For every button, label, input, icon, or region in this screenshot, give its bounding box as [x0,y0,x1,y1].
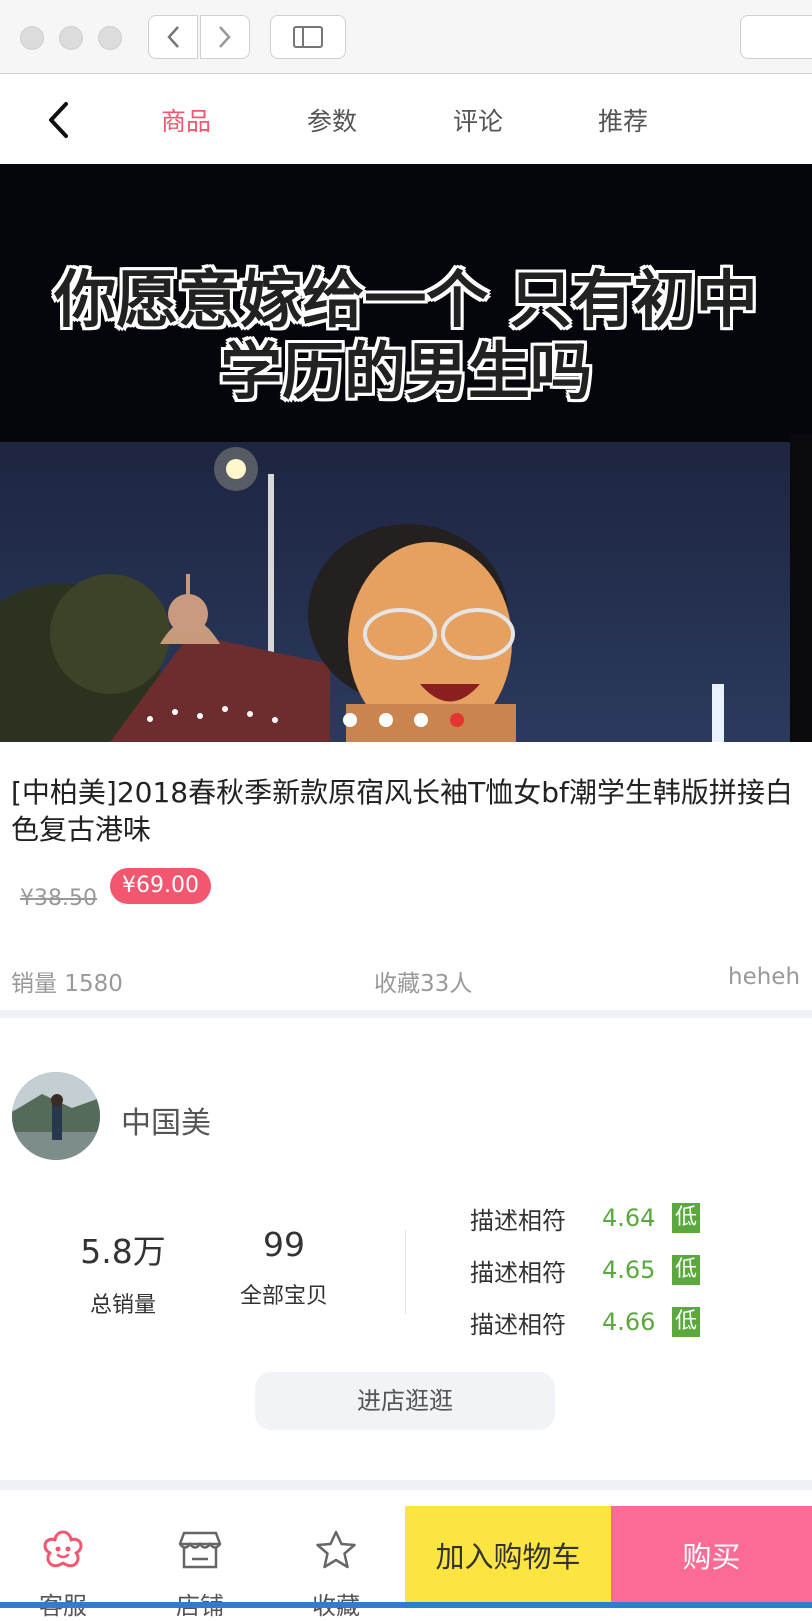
buy-now-button[interactable]: 购买 [611,1506,812,1608]
add-to-cart-button[interactable]: 加入购物车 [405,1506,611,1608]
shop-avatar[interactable] [12,1072,100,1160]
rating-row: 描述相符 4.65 低 [470,1253,700,1287]
close-window-icon[interactable] [20,26,44,50]
sidebar-toggle-button[interactable] [270,15,346,59]
rating-level-badge: 低 [672,1255,700,1285]
all-items-value: 99 [263,1225,305,1264]
enter-shop-button[interactable]: 进店逛逛 [255,1372,555,1430]
tab-reviews[interactable]: 评论 [438,102,518,138]
section-divider [0,1010,812,1018]
shop-name[interactable]: 中国美 [121,1098,211,1142]
back-button[interactable] [38,100,78,140]
window-bottom-edge [0,1602,812,1608]
section-divider [0,1480,812,1490]
product-tab-bar: 商品 参数 评论 推荐 [0,74,812,164]
browser-back-button[interactable] [148,15,198,59]
rating-row: 描述相符 4.64 低 [470,1201,700,1235]
service-flower-icon [43,1530,83,1568]
carousel-indicator [0,713,812,727]
original-price: ¥38.50 [20,886,97,911]
sales-count: 销量 1580 [11,971,123,997]
tab-params[interactable]: 参数 [292,102,372,138]
rating-label: 描述相符 [470,1258,566,1287]
back-arrow-icon [49,102,68,138]
rating-label: 描述相符 [470,1310,566,1339]
browser-toolbar [0,0,812,74]
carousel-dot-3[interactable] [414,713,428,727]
carousel-dot-4-active[interactable] [450,713,464,727]
chevron-left-icon [167,26,179,48]
product-photo [0,164,812,742]
star-icon [316,1530,356,1569]
all-items-stat[interactable]: 99 全部宝贝 [209,1225,359,1310]
hero-caption: 你愿意嫁给一个 只有初中 学历的男生吗 [0,264,812,408]
tab-recommend[interactable]: 推荐 [583,102,663,138]
tab-goods[interactable]: 商品 [146,102,226,138]
rating-label: 描述相符 [470,1206,566,1235]
product-image-carousel[interactable]: 你愿意嫁给一个 只有初中 学历的男生吗 [0,164,812,742]
rating-row: 描述相符 4.66 低 [470,1305,700,1339]
total-sales-value: 5.8万 [80,1232,166,1271]
favorite-count: 收藏33人 [374,971,473,997]
current-price-badge: ¥69.00 [110,868,211,904]
rating-value: 4.65 [602,1256,656,1284]
hero-caption-line1: 你愿意嫁给一个 只有初中 [54,263,758,336]
maximize-window-icon[interactable] [98,26,122,50]
total-sales-stat: 5.8万 总销量 [48,1225,198,1319]
bottom-action-bar: 客服 店铺 收藏 加入购物车 购买 [0,1490,812,1620]
stats-divider [405,1230,406,1314]
carousel-dot-1[interactable] [343,713,357,727]
store-icon [178,1531,222,1569]
rating-value: 4.66 [602,1308,656,1336]
rating-level-badge: 低 [672,1203,700,1233]
rating-level-badge: 低 [672,1307,700,1337]
product-title: [中柏美]2018春秋季新款原宿风长袖T恤女bf潮学生韩版拼接白色复古港味 [11,776,793,846]
chevron-right-icon [219,26,231,48]
rating-value: 4.64 [602,1204,656,1232]
browser-forward-button[interactable] [200,15,250,59]
minimize-window-icon[interactable] [59,26,83,50]
carousel-dot-2[interactable] [379,713,393,727]
product-location: heheh [728,964,801,990]
all-items-label: 全部宝贝 [239,1284,328,1309]
sidebar-icon [293,26,323,48]
avatar-photo [12,1072,100,1160]
address-bar[interactable] [740,15,812,59]
total-sales-label: 总销量 [89,1293,156,1318]
hero-caption-line2: 学历的男生吗 [219,335,592,408]
